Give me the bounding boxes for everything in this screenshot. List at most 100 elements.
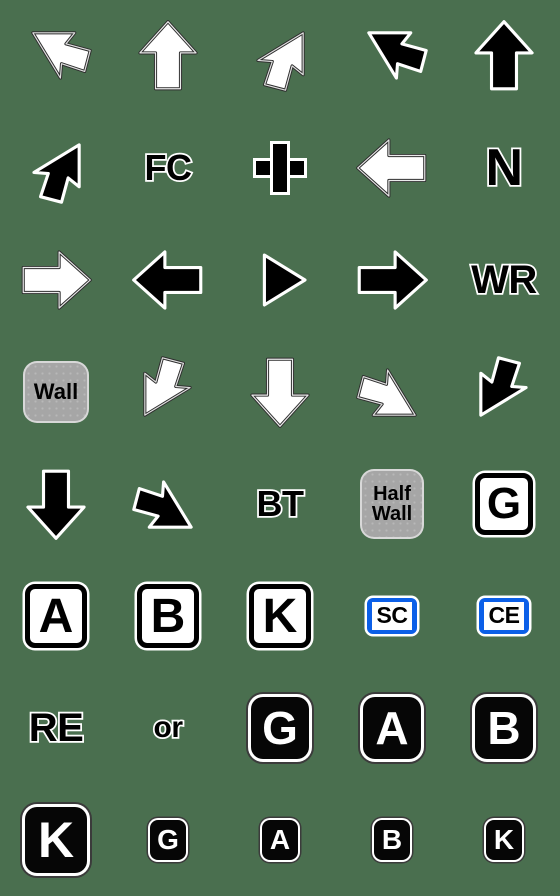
sticker-cell[interactable]: K [448, 784, 560, 896]
black-letter-box-a-small[interactable]: A [224, 784, 336, 896]
badge-sc[interactable]: SC [336, 560, 448, 672]
sticker-cell[interactable] [336, 336, 448, 448]
play-triangle-black-icon[interactable] [224, 224, 336, 336]
sticker-cell[interactable] [336, 112, 448, 224]
sticker-cell[interactable] [112, 448, 224, 560]
sticker-cell[interactable]: B [448, 672, 560, 784]
text-bt[interactable]: BT [224, 448, 336, 560]
black-letter-box-k-large[interactable]: K [0, 784, 112, 896]
black-letter-box-label: B [381, 824, 403, 855]
black-letter-box-label: B [487, 702, 521, 754]
letter-box-k[interactable]: K [224, 560, 336, 672]
letter-box-b[interactable]: B [112, 560, 224, 672]
black-letter-box-a: A [363, 697, 421, 759]
black-letter-box-a[interactable]: A [336, 672, 448, 784]
sticker-cell[interactable] [224, 0, 336, 112]
text-fc-label: FC [143, 147, 194, 188]
arrow-left-black-icon [132, 250, 203, 310]
sticker-cell[interactable]: or [112, 672, 224, 784]
sticker-cell[interactable]: CE [448, 560, 560, 672]
arrow-down-left-black-icon[interactable] [448, 336, 560, 448]
sticker-cell[interactable]: B [112, 560, 224, 672]
sticker-cell[interactable]: G [224, 672, 336, 784]
black-letter-box-label: G [157, 824, 179, 855]
black-letter-box-g: G [251, 697, 309, 759]
arrow-up-white-icon[interactable] [112, 0, 224, 112]
sticker-cell[interactable] [224, 224, 336, 336]
sticker-cell[interactable] [224, 336, 336, 448]
black-letter-box-b[interactable]: B [448, 672, 560, 784]
arrow-up-left-black-icon[interactable] [336, 0, 448, 112]
sticker-cell[interactable]: FC [112, 112, 224, 224]
arrow-up-right-white-icon[interactable] [224, 0, 336, 112]
arrow-up-right-black-icon[interactable] [0, 112, 112, 224]
black-letter-box-k-small[interactable]: K [448, 784, 560, 896]
sticker-cell[interactable] [0, 112, 112, 224]
sticker-cell[interactable] [112, 0, 224, 112]
sticker-cell[interactable]: RE [0, 672, 112, 784]
arrow-up-black-icon[interactable] [448, 0, 560, 112]
sticker-cell[interactable]: K [0, 784, 112, 896]
text-wr-label: WR [469, 258, 539, 302]
arrow-right-black-icon [357, 250, 428, 310]
gray-box-line: Half [373, 482, 411, 505]
plus-icon[interactable] [224, 112, 336, 224]
sticker-cell[interactable] [112, 336, 224, 448]
arrow-down-black-icon [26, 469, 86, 540]
sticker-cell[interactable]: A [0, 560, 112, 672]
sticker-cell[interactable] [112, 224, 224, 336]
black-letter-box-b: B [475, 697, 533, 759]
arrow-down-left-white-icon[interactable] [112, 336, 224, 448]
sticker-cell[interactable]: N [448, 112, 560, 224]
arrow-up-left-white-icon[interactable] [0, 0, 112, 112]
sticker-cell[interactable]: K [224, 560, 336, 672]
arrow-left-black-icon[interactable] [112, 224, 224, 336]
arrow-down-black-icon[interactable] [0, 448, 112, 560]
sticker-cell[interactable]: A [336, 672, 448, 784]
letter-box-g[interactable]: G [448, 448, 560, 560]
badge-ce[interactable]: CE [448, 560, 560, 672]
sticker-cell[interactable]: A [224, 784, 336, 896]
sticker-cell[interactable]: G [448, 448, 560, 560]
sticker-cell[interactable] [336, 224, 448, 336]
sticker-cell[interactable] [0, 224, 112, 336]
sticker-cell[interactable]: Wall [0, 336, 112, 448]
sticker-cell[interactable] [0, 448, 112, 560]
arrow-right-black-icon[interactable] [336, 224, 448, 336]
wall-label[interactable]: Wall [0, 336, 112, 448]
sticker-cell[interactable] [0, 0, 112, 112]
black-letter-box-b-small[interactable]: B [336, 784, 448, 896]
half-wall-label[interactable]: Half Wall [336, 448, 448, 560]
arrow-right-white-icon[interactable] [0, 224, 112, 336]
letter-box-label: K [262, 589, 298, 643]
black-letter-box-g[interactable]: G [224, 672, 336, 784]
sticker-cell[interactable] [448, 336, 560, 448]
text-or[interactable]: or [112, 672, 224, 784]
sticker-cell[interactable]: G [112, 784, 224, 896]
letter-box-label: B [150, 589, 186, 643]
sticker-cell[interactable] [336, 0, 448, 112]
black-letter-box-g-small[interactable]: G [112, 784, 224, 896]
gray-box-line: Wall [33, 378, 79, 404]
arrow-up-left-black-icon [367, 31, 428, 80]
sticker-cell[interactable] [224, 112, 336, 224]
play-triangle-black-icon [262, 253, 307, 307]
text-wr[interactable]: WR [448, 224, 560, 336]
sticker-cell[interactable]: SC [336, 560, 448, 672]
text-n[interactable]: N [448, 112, 560, 224]
arrow-up-right-black-icon [32, 143, 81, 204]
sticker-cell[interactable]: WR [448, 224, 560, 336]
sticker-cell[interactable]: Half Wall [336, 448, 448, 560]
text-re[interactable]: RE [0, 672, 112, 784]
sticker-cell[interactable]: B [336, 784, 448, 896]
text-re-label: RE [27, 706, 86, 750]
text-fc[interactable]: FC [112, 112, 224, 224]
arrow-down-right-white-icon[interactable] [336, 336, 448, 448]
sticker-cell[interactable]: BT [224, 448, 336, 560]
letter-box-a[interactable]: A [0, 560, 112, 672]
arrow-down-white-icon[interactable] [224, 336, 336, 448]
arrow-left-white-icon[interactable] [336, 112, 448, 224]
sticker-cell[interactable] [448, 0, 560, 112]
letter-box-k: K [249, 584, 311, 648]
arrow-down-right-black-icon[interactable] [112, 448, 224, 560]
